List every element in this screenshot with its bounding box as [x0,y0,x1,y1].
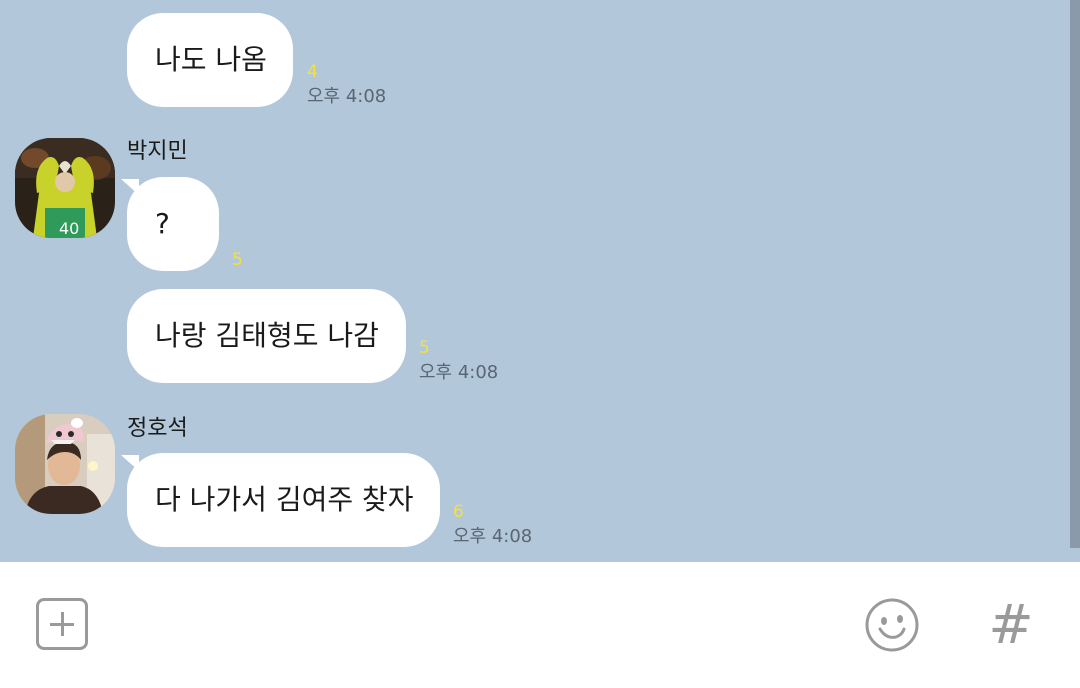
profile-photo-icon [15,414,115,514]
message-bubble[interactable]: ? [127,177,219,271]
svg-text:40: 40 [59,219,79,238]
message-time: 오후 4:08 [307,86,387,107]
message-text: 나랑 김태형도 나감 [155,319,379,352]
hashtag-button[interactable]: # [986,598,1036,652]
scrollbar[interactable] [1070,0,1080,548]
message-time: 오후 4:08 [419,362,499,383]
profile-photo-icon: 40 [15,138,115,238]
chat-area: 나도 나옴 4 오후 4:08 40 박지민 ? 5 나랑 김태형도 나감 5 … [0,0,1080,562]
message-bubble[interactable]: 나도 나옴 [127,13,293,107]
message-bubble[interactable]: 나랑 김태형도 나감 [127,289,406,383]
unread-count: 6 [453,502,464,522]
message-time: 오후 4:08 [453,526,533,547]
unread-count: 5 [232,250,243,270]
message-bubble[interactable]: 다 나가서 김여주 찾자 [127,453,440,547]
unread-count: 5 [419,338,430,358]
message-text: ? [155,207,170,240]
avatar-hoseok[interactable] [15,414,115,514]
message-text: 다 나가서 김여주 찾자 [155,483,414,516]
avatar-jimin[interactable]: 40 [15,138,115,238]
smiley-icon[interactable] [864,597,920,653]
unread-count: 4 [307,62,318,82]
plus-square-icon[interactable] [36,598,88,650]
sender-name: 정호석 [127,416,188,441]
sender-name: 박지민 [127,139,188,164]
message-text: 나도 나옴 [155,43,267,76]
